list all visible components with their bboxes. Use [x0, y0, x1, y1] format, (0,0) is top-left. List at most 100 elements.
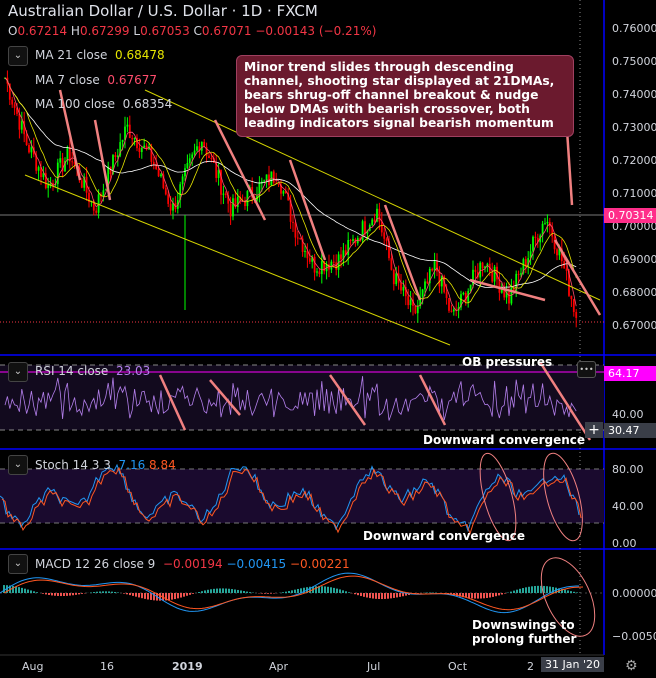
- candle-body: [556, 249, 558, 256]
- macd-histogram-bar: [234, 589, 236, 593]
- macd-histogram-bar: [18, 587, 20, 593]
- candle-body: [263, 180, 266, 182]
- macd-histogram-bar: [123, 593, 125, 594]
- candle-body: [424, 281, 426, 290]
- macd-histogram-bar: [105, 591, 107, 593]
- candle-body: [20, 121, 23, 130]
- ma7-value: 0.67677: [107, 73, 157, 87]
- macd-histogram-bar: [330, 587, 332, 593]
- macd-histogram-bar: [489, 593, 491, 598]
- stoch-legend[interactable]: Stoch 14 3 3 7.16 8.84: [35, 458, 176, 472]
- macd-histogram-bar: [531, 586, 533, 593]
- settings-gear-icon[interactable]: ⚙: [625, 658, 638, 674]
- time-label-2019: 2019: [172, 660, 203, 673]
- high-label: H: [70, 24, 80, 38]
- candle-body: [340, 254, 342, 260]
- legend-ma21[interactable]: MA 21 close 0.68478: [35, 48, 165, 62]
- legend-ma7[interactable]: MA 7 close 0.67677: [35, 73, 157, 87]
- macd-histogram-bar: [399, 593, 401, 597]
- macd-histogram-bar: [135, 593, 137, 597]
- candle-body: [392, 269, 395, 285]
- stoch-axis-0: 0.00: [612, 537, 637, 550]
- candle-body: [378, 208, 381, 222]
- macd-histogram-bar: [504, 593, 506, 594]
- collapse-legend-chevron-icon[interactable]: ⌄: [8, 46, 28, 66]
- macd-histogram-bar: [573, 591, 575, 593]
- candle-body: [445, 292, 448, 298]
- time-label-aug: Aug: [22, 660, 44, 673]
- macd-histogram-bar: [240, 590, 242, 593]
- macd-legend[interactable]: MACD 12 26 close 9 −0.00194 −0.00415 −0.…: [35, 557, 350, 571]
- annotation-note[interactable]: Minor trend slides through descending ch…: [236, 55, 574, 137]
- candle-body: [570, 295, 573, 300]
- macd-histogram-bar: [339, 589, 341, 593]
- bearish-arrow: [383, 204, 422, 301]
- time-label-16: 16: [100, 660, 114, 673]
- candle-body: [25, 134, 28, 146]
- macd-histogram-bar: [294, 589, 296, 593]
- macd-histogram-bar: [3, 585, 5, 593]
- price-axis-label: 0.71000: [612, 187, 656, 200]
- candle-body: [95, 210, 98, 213]
- macd-histogram-bar: [516, 589, 518, 593]
- chart-window[interactable]: Australian Dollar / U.S. Dollar · 1D · F…: [0, 0, 656, 678]
- macd-histogram-bar: [282, 592, 284, 593]
- stoch-collapse-chevron-icon[interactable]: ⌄: [8, 455, 28, 475]
- rsi-legend[interactable]: RSI 14 close 23.03: [35, 364, 150, 378]
- candle-body: [97, 194, 100, 213]
- candle-body: [224, 193, 227, 195]
- candle-body: [546, 221, 549, 224]
- candle-body: [47, 184, 50, 189]
- macd-histogram-bar: [498, 593, 500, 596]
- macd-histogram-bar: [366, 593, 368, 598]
- ma100-label: MA 100 close: [35, 97, 116, 111]
- candle-body: [349, 239, 352, 241]
- candle-body: [532, 236, 534, 252]
- macd-collapse-chevron-icon[interactable]: ⌄: [8, 554, 28, 574]
- macd-histogram-bar: [354, 593, 356, 595]
- candle-body: [126, 124, 129, 127]
- candle-body: [508, 291, 510, 304]
- macd-histogram-bar: [381, 593, 383, 600]
- macd-histogram-bar: [486, 593, 488, 598]
- macd-histogram-bar: [264, 593, 266, 594]
- candle-body: [498, 279, 501, 293]
- legend-ma100[interactable]: MA 100 close 0.68354: [35, 97, 172, 111]
- macd-histogram-bar: [501, 593, 503, 595]
- macd-histogram-bar: [375, 593, 377, 599]
- macd-histogram-bar: [147, 593, 149, 600]
- candle-body: [131, 138, 134, 140]
- crosshair-icon[interactable]: +: [585, 422, 603, 438]
- macd-histogram-bar: [24, 588, 26, 593]
- candle-body: [474, 269, 477, 272]
- macd-histogram-bar: [249, 592, 251, 593]
- candle-body: [500, 289, 503, 293]
- candle-body: [140, 147, 143, 153]
- macd-histogram-bar: [27, 589, 29, 593]
- candle-body: [493, 266, 496, 282]
- rsi-collapse-chevron-icon[interactable]: ⌄: [8, 362, 28, 382]
- macd-histogram-bar: [132, 593, 134, 596]
- candle-body: [191, 154, 194, 159]
- macd-histogram-bar: [60, 593, 62, 597]
- macd-histogram-bar: [216, 588, 218, 593]
- more-options-button[interactable]: •••: [577, 361, 596, 378]
- candle-body: [385, 238, 388, 242]
- macd-histogram-bar: [141, 593, 143, 599]
- price-axis-label: 0.73000: [612, 121, 656, 134]
- candle-body: [383, 232, 386, 239]
- candle-body: [109, 166, 112, 175]
- macd-histogram-bar: [525, 587, 527, 593]
- macd-histogram-bar: [321, 586, 323, 593]
- macd-histogram-bar: [99, 591, 101, 593]
- candle-body: [517, 273, 520, 275]
- candle-body: [299, 237, 302, 239]
- macd-histogram-bar: [102, 591, 104, 593]
- candle-body: [13, 104, 16, 108]
- candle-body: [421, 289, 424, 297]
- macd-histogram-bar: [129, 593, 131, 596]
- macd-histogram-bar: [483, 593, 485, 599]
- ma21-value: 0.68478: [115, 48, 165, 62]
- cursor-date-tag: 31 Jan '20: [541, 657, 604, 672]
- candle-body: [491, 271, 494, 282]
